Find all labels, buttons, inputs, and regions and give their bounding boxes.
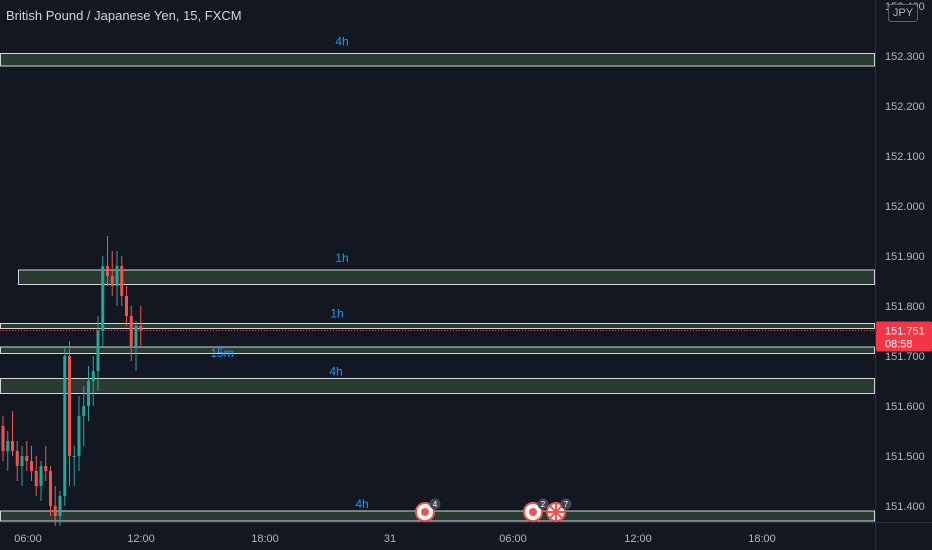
plot-area[interactable] [0,0,875,522]
price-tick-label: 152.200 [885,101,925,113]
zone-label: 15m [210,346,233,360]
candle-body[interactable] [139,326,143,331]
price-tick-label: 151.800 [885,301,925,313]
price-tick-label: 151.600 [885,401,925,413]
price-tick-label: 152.300 [885,51,925,63]
candle-body[interactable] [68,356,71,456]
event-dot [421,508,429,516]
candle-body[interactable] [91,371,95,381]
time-tick-label: 18:00 [748,533,776,545]
candle-body[interactable] [1,426,5,451]
candle-body[interactable] [125,296,128,316]
candle-countdown: 08:58 [885,339,913,351]
candle-body[interactable] [87,381,90,406]
candle-body[interactable] [101,266,105,331]
price-tick-label: 151.400 [885,501,925,513]
time-tick-label: 31 [384,533,396,545]
price-tick-label: 151.700 [885,351,925,363]
candle-body[interactable] [6,441,10,451]
candle-body[interactable] [44,466,48,471]
candle-body[interactable] [134,326,138,346]
candle-body[interactable] [30,461,33,471]
candle-body[interactable] [96,331,100,371]
zone-label: 1h [330,307,343,321]
event-count: 7 [564,500,569,509]
candle-body[interactable] [53,506,57,516]
price-tick-label: 152.100 [885,151,925,163]
candle-body[interactable] [63,356,67,496]
event-count: 4 [433,500,438,509]
chart-root: 4h1h1h15m4h4h152.400152.300152.200152.10… [0,0,932,550]
zone-rect[interactable] [0,53,875,67]
candle-body[interactable] [77,416,81,456]
zone-label: 1h [335,251,348,265]
candle-body[interactable] [110,276,114,286]
candle-body[interactable] [106,266,109,276]
currency-button[interactable]: JPY [888,4,918,22]
zone-label: 4h [335,35,348,49]
time-tick-label: 06:00 [499,533,527,545]
time-tick-label: 12:00 [624,533,652,545]
time-tick-label: 06:00 [14,533,42,545]
candle-body[interactable] [115,266,119,286]
candle-body[interactable] [39,466,43,486]
zone-label: 4h [355,497,368,511]
candle-body[interactable] [15,451,19,466]
candle-body[interactable] [11,441,14,451]
candle-body[interactable] [20,456,24,466]
zone-rect[interactable] [0,378,875,394]
zone-rect[interactable] [0,510,875,522]
zone-rect[interactable] [18,269,875,285]
zone-label: 4h [329,365,342,379]
candle-body[interactable] [49,471,52,506]
time-tick-label: 18:00 [251,533,279,545]
event-count: 2 [541,500,546,509]
time-tick-label: 12:00 [127,533,155,545]
candle-body[interactable] [34,471,38,486]
candle-body[interactable] [25,456,29,461]
symbol-title: British Pound / Japanese Yen, 15, FXCM [6,8,242,23]
last-price-label: 151.751 [885,326,925,338]
candle-body[interactable] [129,316,133,346]
price-tick-label: 151.500 [885,451,925,463]
candle-body[interactable] [120,266,124,296]
candle-body[interactable] [82,406,86,416]
candle-body[interactable] [58,496,62,516]
candle-body[interactable] [72,456,76,457]
event-dot [529,508,537,516]
price-tick-label: 151.900 [885,251,925,263]
candlestick-chart[interactable]: 4h1h1h15m4h4h152.400152.300152.200152.10… [0,0,932,550]
price-tick-label: 152.000 [885,201,925,213]
